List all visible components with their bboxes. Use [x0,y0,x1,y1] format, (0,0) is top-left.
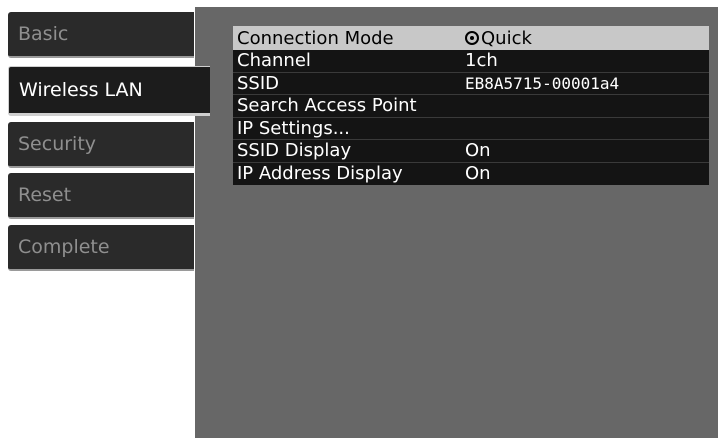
menu-row-ip-address-display[interactable]: IP Address Display On [233,163,709,186]
menu-row-value: EB8A5715-00001a4 [465,73,620,93]
menu-row-ip-settings[interactable]: IP Settings... [233,117,709,140]
menu-row-value: On [465,163,491,185]
menu-row-label: SSID [237,72,280,94]
sidebar-tab-label: Complete [18,236,110,258]
menu-row-label: Channel [237,50,311,72]
sidebar-tab-security[interactable]: Security [8,122,194,168]
menu-row-value: On [465,140,491,162]
menu-row-ssid-display[interactable]: SSID Display On [233,140,709,163]
sidebar-tab-label: Wireless LAN [19,79,143,101]
menu-row-search-access-point[interactable]: Search Access Point [233,95,709,118]
connection-mode-value: Quick [481,27,532,49]
selected-radio-icon [465,31,479,45]
menu-row-label: IP Settings... [237,117,350,139]
sidebar-tab-basic[interactable]: Basic [8,12,194,58]
menu-row-value: Quick [465,28,532,49]
sidebar-tab-wireless-lan[interactable]: Wireless LAN [8,66,210,116]
menu-row-label: Connection Mode [237,27,394,49]
sidebar-tab-label: Basic [18,23,69,45]
menu-row-channel[interactable]: Channel 1ch [233,50,709,73]
menu-row-label: IP Address Display [237,163,403,185]
menu-row-label: SSID Display [237,140,352,162]
sidebar-tab-label: Security [18,133,97,155]
menu-row-ssid[interactable]: SSID EB8A5715-00001a4 [233,72,709,95]
sidebar-tab-complete[interactable]: Complete [8,225,194,271]
menu-row-connection-mode[interactable]: Connection Mode Quick [233,26,709,50]
menu-row-label: Search Access Point [237,95,417,117]
sidebar-tab-label: Reset [18,184,72,206]
menu-row-value: 1ch [465,50,498,72]
settings-menu: Connection Mode Quick Channel 1ch SSID E… [233,26,709,185]
sidebar-tab-reset[interactable]: Reset [8,173,194,219]
